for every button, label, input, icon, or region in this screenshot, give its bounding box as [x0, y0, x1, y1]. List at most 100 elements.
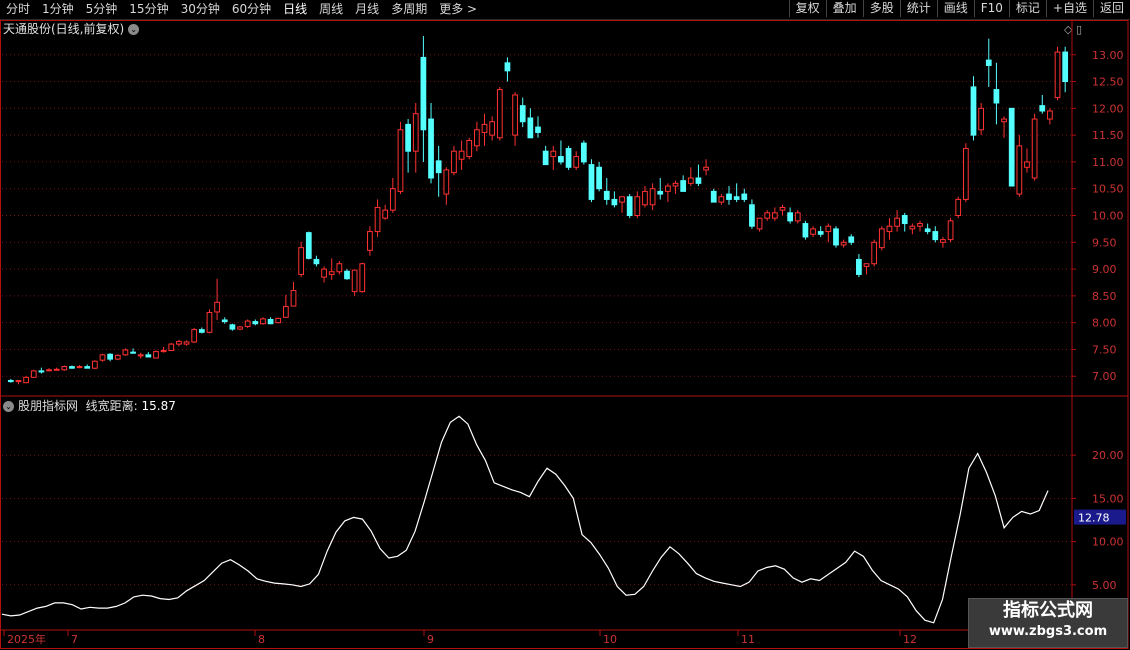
candle-body-up [275, 317, 282, 324]
candle-body-down [535, 126, 541, 133]
price-tick-label: 12.00 [1092, 102, 1124, 115]
candle-body-up [30, 370, 37, 378]
kline-chart[interactable]: 7.00 7.50 8.00 8.50 9.00 9.50 10.00 10.50 11.00 1… [0, 0, 1130, 650]
candle-body-down [1008, 107, 1015, 187]
candle-body-up [397, 129, 404, 192]
date-label: 12 [903, 633, 917, 646]
candle-body-up [779, 206, 786, 211]
candle-body-up [619, 196, 625, 203]
candle-body-down [38, 370, 45, 373]
candle-body-up [894, 217, 900, 227]
chart-frame [0, 20, 1129, 649]
candle-body-up [466, 139, 473, 158]
candle-body-up [489, 121, 496, 136]
candle-body-down [267, 318, 274, 325]
date-label: 8 [258, 633, 265, 646]
date-label: 11 [741, 633, 755, 646]
candle-body-up [183, 341, 190, 345]
candle-body-up [122, 349, 129, 356]
price-tick-label: 8.00 [1092, 317, 1117, 330]
candle-body-up [825, 225, 832, 233]
price-tick-label: 10.00 [1092, 210, 1124, 223]
price-tick-label: 11.00 [1092, 156, 1124, 169]
candle-body-down [221, 319, 228, 323]
candle-body-down [993, 89, 1000, 104]
candle-body-up [237, 326, 243, 330]
candle-body-down [198, 329, 205, 333]
candle-body-down [107, 353, 114, 360]
candle-body-up [718, 196, 725, 203]
candle-body-up [481, 123, 488, 133]
candle-body-down [145, 354, 152, 358]
price-tick-label: 7.00 [1092, 370, 1117, 383]
candle-body-up [137, 354, 144, 357]
candle-body-down [580, 142, 587, 163]
candle-body-down [932, 231, 939, 241]
candle-body-down [657, 190, 664, 195]
candle-body-down [970, 86, 977, 136]
watermark-title: 指标公式网 [1003, 600, 1093, 621]
indicator-line [1, 415, 1049, 624]
candle-body-down [833, 228, 839, 246]
price-tick-label: 12.50 [1092, 76, 1124, 89]
candle-body-down [565, 148, 572, 168]
date-label: 7 [71, 633, 78, 646]
candle-body-up [756, 217, 763, 230]
candle-body-up [443, 169, 450, 195]
candle-body-up [1016, 145, 1023, 195]
candle-body-up [374, 206, 381, 233]
candle-body-down [504, 62, 511, 72]
candle-body-down [252, 321, 259, 325]
candle-body-up [168, 343, 175, 352]
candle-body-up [412, 113, 419, 152]
candle-body-down [130, 351, 136, 354]
candle-body-up [573, 156, 580, 168]
candle-body-up [665, 185, 671, 192]
candle-body-up [176, 340, 182, 345]
candle-body-up [191, 329, 198, 343]
candle-body-up [886, 225, 893, 233]
price-tick-label: 9.00 [1092, 263, 1117, 276]
date-label: 9 [427, 633, 434, 646]
candle-body-down [626, 196, 633, 216]
candle-body-up [244, 320, 251, 327]
candle-body-down [588, 164, 595, 200]
candle-body-up [15, 380, 22, 383]
candle-body-up [451, 150, 457, 174]
candle-body-down [680, 180, 687, 192]
candle-body-up [794, 212, 801, 222]
candle-body-up [550, 150, 557, 158]
candle-body-down [313, 258, 320, 265]
candle-body-down [901, 215, 908, 225]
candle-body-up [260, 318, 266, 325]
candle-body-down [527, 117, 534, 139]
candle-body-up [1054, 51, 1061, 99]
candle-body-up [214, 301, 220, 313]
candle-body-up [764, 212, 771, 219]
candle-body-up [351, 269, 358, 293]
candle-body-up [76, 366, 83, 369]
candle-body-down [229, 324, 236, 330]
candle-body-down [817, 231, 824, 235]
candle-body-down [848, 236, 855, 243]
candle-body-down [69, 366, 75, 369]
price-tick-label: 13.00 [1092, 49, 1124, 62]
candle-body-up [389, 188, 396, 211]
candle-body-up [1031, 118, 1038, 179]
candle-body-down [558, 156, 564, 163]
indicator-tick-label: 5.00 [1092, 579, 1117, 592]
candle-body-down [726, 193, 732, 200]
candle-body-up [290, 290, 297, 307]
candle-body-up [962, 148, 969, 200]
indicator-tick-label: 15.00 [1092, 492, 1124, 505]
candle-body-up [496, 89, 503, 139]
price-tick-label: 11.50 [1092, 129, 1124, 142]
price-tick-label: 8.50 [1092, 290, 1117, 303]
candle-body-down [710, 190, 717, 203]
candle-body-up [840, 241, 847, 246]
candle-body-down [344, 270, 350, 280]
candle-body-down [741, 193, 748, 200]
candle-body-up [672, 182, 679, 187]
candle-body-up [634, 196, 641, 216]
candle-body-down [596, 166, 602, 190]
